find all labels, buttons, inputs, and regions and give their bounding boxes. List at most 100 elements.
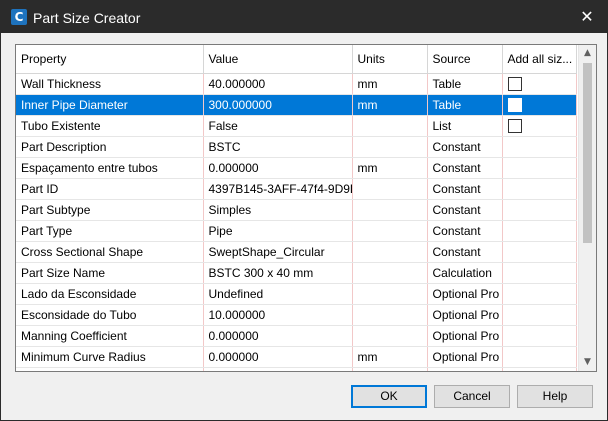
table-row[interactable]: Manning Coefficient 0.000000 Optional Pro	[16, 325, 577, 347]
cell-value[interactable]: False	[203, 115, 353, 137]
table-row[interactable]: Part Subtype Simples Constant	[16, 199, 577, 221]
cell-source[interactable]: Optional Pro	[427, 283, 503, 305]
cell-units[interactable]	[352, 304, 428, 326]
cell-value[interactable]: 0.000000	[203, 325, 353, 347]
cell-source[interactable]: Optional Pro	[427, 346, 503, 368]
cell-source[interactable]: Optional Pro	[427, 325, 503, 347]
cancel-button[interactable]: Cancel	[434, 385, 510, 408]
cell-units[interactable]	[352, 283, 428, 305]
column-header-source[interactable]: Source	[427, 45, 503, 74]
scroll-up-arrow-icon[interactable]: ▲	[579, 45, 596, 62]
cell-units[interactable]	[352, 199, 428, 221]
cell-value[interactable]: Simples	[203, 199, 353, 221]
cell-units[interactable]: mm	[352, 73, 428, 95]
cell-source[interactable]: Constant	[427, 199, 503, 221]
table-row[interactable]: Lado da Esconsidade Undefined Optional Pro	[16, 283, 577, 305]
table-row[interactable]: Part Size Name BSTC 300 x 40 mm Calculatio…	[16, 262, 577, 284]
app-icon: C	[11, 9, 27, 25]
cell-property[interactable]: Inner Pipe Diameter	[16, 94, 204, 116]
cell-add-all-sizes	[502, 178, 577, 200]
cell-units[interactable]	[352, 325, 428, 347]
cell-source[interactable]: Table	[427, 94, 503, 116]
cell-units[interactable]	[352, 115, 428, 137]
cell-add-all-sizes[interactable]	[502, 94, 577, 116]
cell-value[interactable]: 4397B145-3AFF-47f4-9D9D	[203, 178, 353, 200]
cell-value[interactable]: BSTC 300 x 40 mm	[203, 262, 353, 284]
cell-units[interactable]: mm	[352, 157, 428, 179]
cell-property[interactable]: Hazen Williams Coefficient	[16, 367, 204, 371]
cell-value[interactable]: 40.000000	[203, 73, 353, 95]
cell-units[interactable]	[352, 136, 428, 158]
cell-units[interactable]: mm	[352, 94, 428, 116]
cell-property[interactable]: Wall Thickness	[16, 73, 204, 95]
table-row[interactable]: Esconsidade do Tubo 10.000000 Optional Pro	[16, 304, 577, 326]
column-header-value[interactable]: Value	[203, 45, 353, 74]
table-row[interactable]: Espaçamento entre tubos 0.000000 mm Constan…	[16, 157, 577, 179]
cell-source[interactable]: Optional Pro	[427, 304, 503, 326]
cell-value[interactable]: Undefined	[203, 283, 353, 305]
cell-source[interactable]: Constant	[427, 178, 503, 200]
cell-value[interactable]: 0.000000	[203, 346, 353, 368]
cell-property[interactable]: Part Description	[16, 136, 204, 158]
cell-units[interactable]	[352, 178, 428, 200]
cell-source[interactable]: List	[427, 115, 503, 137]
cell-property[interactable]: Part Size Name	[16, 262, 204, 284]
cell-units[interactable]: mm	[352, 346, 428, 368]
cell-source[interactable]: Calculation	[427, 262, 503, 284]
cell-property[interactable]: Part ID	[16, 178, 204, 200]
cell-property[interactable]: Part Subtype	[16, 199, 204, 221]
table-row[interactable]: Wall Thickness 40.000000 mm Table	[16, 73, 577, 95]
cell-units[interactable]	[352, 262, 428, 284]
part-size-creator-dialog: C Part Size Creator ✕ Property Value Uni…	[0, 0, 608, 421]
cell-value[interactable]: 300.000000	[203, 94, 353, 116]
cell-property[interactable]: Esconsidade do Tubo	[16, 304, 204, 326]
table-row[interactable]: Part ID 4397B145-3AFF-47f4-9D9D Constant	[16, 178, 577, 200]
cell-source[interactable]: Constant	[427, 220, 503, 242]
cell-property[interactable]: Part Type	[16, 220, 204, 242]
title-bar: C Part Size Creator ✕	[1, 1, 607, 33]
cell-add-all-sizes	[502, 325, 577, 347]
cell-units[interactable]	[352, 241, 428, 263]
cell-value[interactable]: 10.000000	[203, 304, 353, 326]
cell-property[interactable]: Tubo Existente	[16, 115, 204, 137]
cell-source[interactable]: Constant	[427, 157, 503, 179]
column-header-units[interactable]: Units	[352, 45, 428, 74]
cell-source[interactable]: Table	[427, 73, 503, 95]
cell-value[interactable]: Pipe	[203, 220, 353, 242]
add-all-sizes-checkbox[interactable]	[507, 77, 522, 92]
cell-value[interactable]: BSTC	[203, 136, 353, 158]
cell-source[interactable]: Optional Pro	[427, 367, 503, 371]
cell-source[interactable]: Constant	[427, 241, 503, 263]
cell-source[interactable]: Constant	[427, 136, 503, 158]
vertical-scrollbar[interactable]: ▲ ▼	[578, 45, 596, 371]
table-row[interactable]: Hazen Williams Coefficient0.000000 Option…	[16, 367, 577, 371]
table-row[interactable]: Part Type Pipe Constant	[16, 220, 577, 242]
cell-add-all-sizes[interactable]	[502, 73, 577, 95]
cell-property[interactable]: Minimum Curve Radius	[16, 346, 204, 368]
cell-value[interactable]: 0.000000	[203, 367, 353, 371]
column-header-property[interactable]: Property	[16, 45, 204, 74]
table-row[interactable]: Inner Pipe Diameter 300.000000 mm Table	[16, 94, 577, 116]
cell-value[interactable]: SweptShape_Circular	[203, 241, 353, 263]
table-row[interactable]: Tubo Existente False List	[16, 115, 577, 137]
cell-units[interactable]	[352, 367, 428, 371]
table-row[interactable]: Cross Sectional Shape SweptShape_Circular…	[16, 241, 577, 263]
cell-property[interactable]: Lado da Esconsidade	[16, 283, 204, 305]
cell-property[interactable]: Cross Sectional Shape	[16, 241, 204, 263]
help-button[interactable]: Help	[517, 385, 593, 408]
column-header-add-all-sizes[interactable]: Add all siz...	[502, 45, 577, 74]
table-row[interactable]: Minimum Curve Radius 0.000000 mm Optional P…	[16, 346, 577, 368]
cell-add-all-sizes[interactable]	[502, 115, 577, 137]
cell-value[interactable]: 0.000000	[203, 157, 353, 179]
scroll-down-arrow-icon[interactable]: ▼	[579, 354, 596, 371]
cell-property[interactable]: Espaçamento entre tubos	[16, 157, 204, 179]
cell-property[interactable]: Manning Coefficient	[16, 325, 204, 347]
close-icon[interactable]: ✕	[575, 7, 599, 27]
cell-add-all-sizes	[502, 304, 577, 326]
cell-units[interactable]	[352, 220, 428, 242]
add-all-sizes-checkbox[interactable]	[507, 98, 522, 113]
add-all-sizes-checkbox[interactable]	[507, 119, 522, 134]
ok-button[interactable]: OK	[351, 385, 427, 408]
table-row[interactable]: Part Description BSTC Constant	[16, 136, 577, 158]
scroll-thumb[interactable]	[583, 63, 592, 243]
